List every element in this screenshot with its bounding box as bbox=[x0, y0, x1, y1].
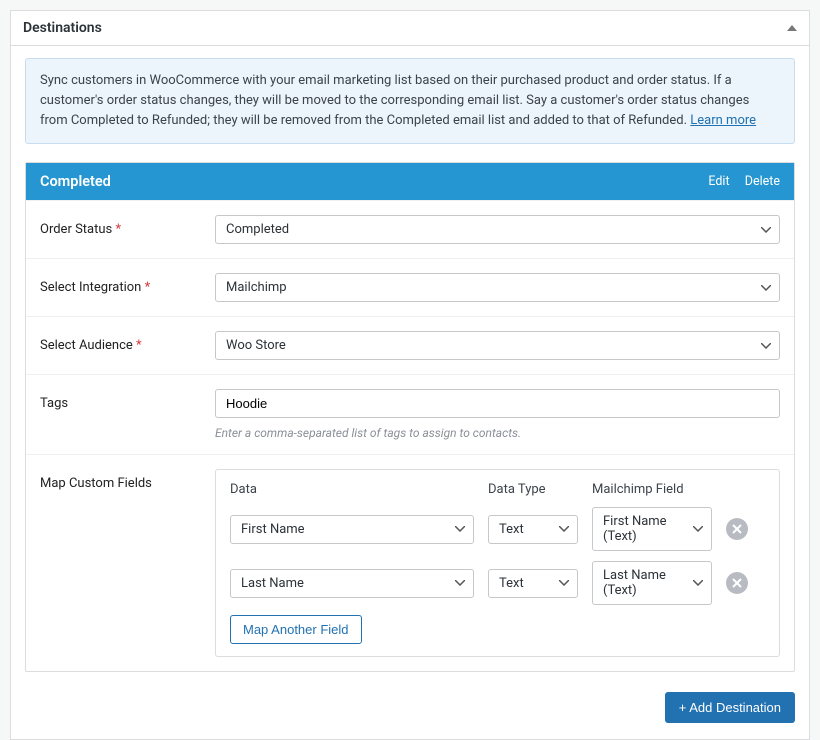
edit-button[interactable]: Edit bbox=[708, 174, 729, 189]
add-destination-button[interactable]: + Add Destination bbox=[665, 692, 795, 723]
map-col-type: Data Type bbox=[488, 482, 578, 497]
map-mf-select[interactable]: Last Name (Text) bbox=[592, 561, 712, 605]
panel-body: Sync customers in WooCommerce with your … bbox=[11, 46, 809, 739]
required-icon: * bbox=[145, 280, 151, 295]
map-row: First Name Text First Name (Text) bbox=[230, 507, 765, 551]
map-col-mf: Mailchimp Field bbox=[592, 482, 712, 497]
row-select-audience: Select Audience * Woo Store bbox=[26, 316, 794, 374]
remove-row-button[interactable] bbox=[726, 518, 748, 540]
select-audience[interactable]: Woo Store bbox=[215, 331, 780, 360]
label-select-integration: Select Integration bbox=[40, 280, 141, 295]
order-status-select[interactable]: Completed bbox=[215, 215, 780, 244]
map-mf-select[interactable]: First Name (Text) bbox=[592, 507, 712, 551]
label-map-custom-fields: Map Custom Fields bbox=[40, 476, 152, 491]
delete-button[interactable]: Delete bbox=[745, 174, 780, 189]
map-row: Last Name Text Last Name (Text) bbox=[230, 561, 765, 605]
close-icon bbox=[732, 524, 742, 534]
required-icon: * bbox=[116, 222, 122, 237]
panel-header[interactable]: Destinations bbox=[11, 11, 809, 46]
row-select-integration: Select Integration * Mailchimp bbox=[26, 258, 794, 316]
label-tags: Tags bbox=[40, 396, 68, 411]
map-head: Data Data Type Mailchimp Field bbox=[230, 482, 765, 507]
map-type-select[interactable]: Text bbox=[488, 569, 578, 598]
card-title: Completed bbox=[40, 173, 111, 190]
info-box: Sync customers in WooCommerce with your … bbox=[25, 58, 795, 144]
row-map-custom-fields: Map Custom Fields Data Data Type Mailchi… bbox=[26, 454, 794, 671]
row-tags: Tags Enter a comma-separated list of tag… bbox=[26, 374, 794, 454]
map-another-field-button[interactable]: Map Another Field bbox=[230, 615, 362, 644]
select-integration[interactable]: Mailchimp bbox=[215, 273, 780, 302]
card-header: Completed Edit Delete bbox=[26, 163, 794, 200]
row-order-status: Order Status * Completed bbox=[26, 200, 794, 258]
label-select-audience: Select Audience bbox=[40, 338, 133, 353]
panel-title: Destinations bbox=[23, 20, 102, 36]
map-data-select[interactable]: Last Name bbox=[230, 569, 474, 598]
learn-more-link[interactable]: Learn more bbox=[690, 113, 756, 128]
remove-row-button[interactable] bbox=[726, 572, 748, 594]
label-order-status: Order Status bbox=[40, 222, 112, 237]
close-icon bbox=[732, 578, 742, 588]
map-type-select[interactable]: Text bbox=[488, 515, 578, 544]
map-col-data: Data bbox=[230, 482, 474, 497]
collapse-icon bbox=[787, 25, 797, 31]
map-data-select[interactable]: First Name bbox=[230, 515, 474, 544]
tags-hint: Enter a comma-separated list of tags to … bbox=[215, 426, 780, 440]
destinations-panel: Destinations Sync customers in WooCommer… bbox=[10, 10, 810, 740]
tags-input[interactable] bbox=[215, 389, 780, 418]
required-icon: * bbox=[136, 338, 142, 353]
destination-card: Completed Edit Delete Order Status * Com… bbox=[25, 162, 795, 672]
info-text: Sync customers in WooCommerce with your … bbox=[40, 73, 749, 128]
map-fields-box: Data Data Type Mailchimp Field First Nam… bbox=[215, 469, 780, 657]
